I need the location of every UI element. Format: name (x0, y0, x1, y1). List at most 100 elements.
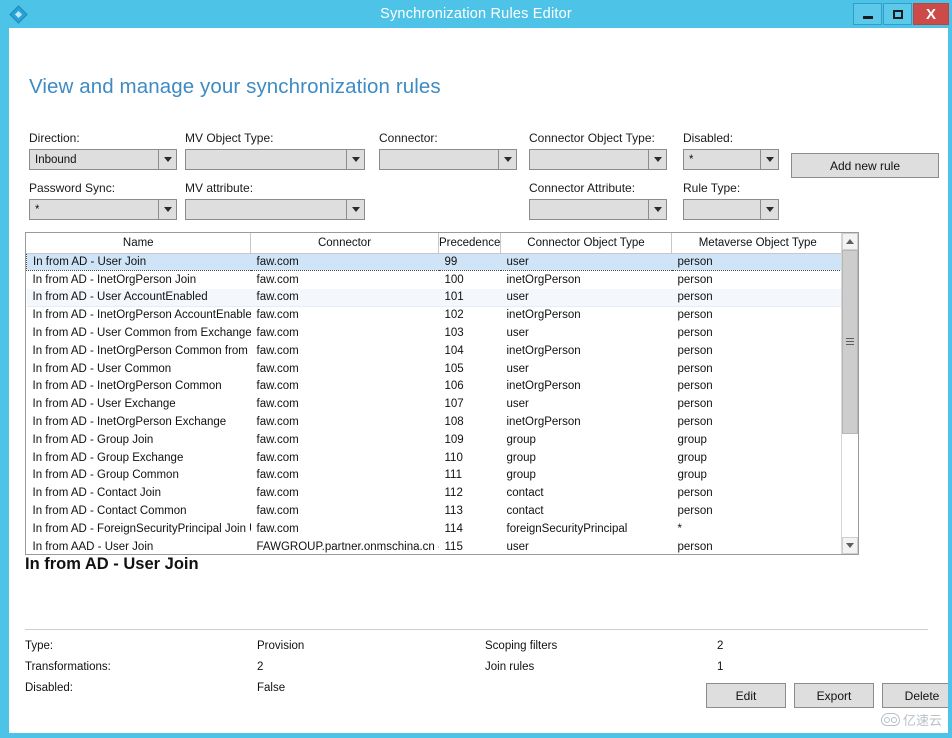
cell-name: In from AD - InetOrgPerson AccountEnable… (32, 309, 251, 322)
detail-key: Scoping filters (485, 640, 558, 652)
filter-password-sync-label: Password Sync: (29, 181, 116, 195)
table-row[interactable]: In from AD - ForeignSecurityPrincipal Jo… (27, 520, 842, 538)
cell-name: In from AD - Group Common (32, 469, 179, 482)
scrollbar-track[interactable] (842, 250, 858, 537)
table-row[interactable]: In from AD - Group Common faw.com 111 group… (27, 467, 842, 485)
cell-connector: faw.com (256, 505, 299, 518)
cell-connector-object-type: inetOrgPerson (506, 416, 581, 429)
column-header-metaverse-object-type[interactable]: Metaverse Object Type (671, 233, 841, 254)
cell-connector-object-type: group (506, 469, 536, 482)
cell-connector: faw.com (250, 288, 439, 307)
column-header-name[interactable]: Name (26, 233, 251, 254)
detail-key: Type: (25, 640, 54, 652)
cell-metaverse-object-type: person (677, 540, 713, 553)
rules-grid: Name Connector Precedence Connector Obje… (25, 232, 859, 555)
grid-rows: In from AD - User Join faw.com 99 user perso… (26, 252, 842, 554)
cell-metaverse-object-type: person (677, 416, 713, 429)
scrollbar-thumb[interactable] (842, 250, 858, 434)
filter-rule-type: Rule Type: (683, 181, 779, 220)
chevron-down-icon (498, 150, 516, 169)
detail-value: 2 (257, 661, 264, 673)
add-new-rule-button[interactable]: Add new rule (791, 153, 939, 178)
table-row[interactable]: In from AD - User Exchange faw.com 107 user… (27, 395, 842, 413)
rules-grid-body: Name Connector Precedence Connector Obje… (26, 233, 841, 554)
table-row[interactable]: In from AD - Contact Common faw.com 113 con… (27, 502, 842, 520)
filter-connector-attribute-select[interactable] (529, 199, 667, 220)
detail-row: Join rules 1 (485, 657, 723, 678)
filter-mv-object-type-select[interactable] (185, 149, 365, 170)
table-row[interactable]: In from AD - InetOrgPerson Join faw.com 10… (27, 271, 842, 289)
table-row[interactable]: In from AD - InetOrgPerson Common faw.com… (27, 378, 842, 396)
cell-name: In from AD - Group Join (32, 433, 154, 446)
table-row[interactable]: In from AD - InetOrgPerson AccountEnable… (27, 306, 842, 324)
cell-connector-object-type: foreignSecurityPrincipal (506, 522, 628, 535)
export-button[interactable]: Export (794, 683, 874, 708)
table-row[interactable]: In from AD - User Common faw.com 105 user pe… (27, 360, 842, 378)
table-row[interactable]: In from AD - Contact Join faw.com 112 conta… (27, 484, 842, 502)
cell-connector-object-type: inetOrgPerson (506, 380, 581, 393)
column-header-precedence[interactable]: Precedence (438, 233, 501, 254)
filter-connector-object-type-select[interactable] (529, 149, 667, 170)
chevron-down-icon (158, 150, 176, 169)
minimize-button[interactable] (853, 3, 882, 25)
cell-connector-object-type: contact (506, 505, 544, 518)
filter-connector-select[interactable] (379, 149, 517, 170)
table-row[interactable]: In from AD - Group Exchange faw.com 110 gro… (27, 449, 842, 467)
table-row[interactable]: In from AD - InetOrgPerson Common from E… (27, 342, 842, 360)
scrollbar-grip-icon (846, 336, 854, 347)
close-button[interactable]: X (913, 3, 949, 25)
cell-name: In from AD - InetOrgPerson Common from E… (32, 344, 251, 357)
table-row[interactable]: In from AD - InetOrgPerson Exchange faw.c… (27, 413, 842, 431)
filter-mv-attribute-select[interactable] (185, 199, 365, 220)
table-row[interactable]: In from AAD - User Join FAWGROUP.partner.… (27, 538, 842, 554)
column-header-connector[interactable]: Connector (250, 233, 439, 254)
cell-connector-object-type: user (506, 362, 529, 375)
cell-name: In from AD - InetOrgPerson Join (32, 273, 197, 286)
cell-precedence: 108 (444, 416, 464, 429)
title-bar: Synchronization Rules Editor X (0, 0, 952, 28)
cell-metaverse-object-type: person (671, 288, 841, 307)
filter-rule-type-select[interactable] (683, 199, 779, 220)
scroll-down-icon[interactable] (842, 537, 858, 554)
cell-connector-object-type: group (506, 433, 536, 446)
cell-connector: faw.com (256, 433, 299, 446)
cell-name: In from AD - User Exchange (32, 398, 176, 411)
grid-vertical-scrollbar[interactable] (841, 233, 858, 554)
cell-metaverse-object-type: group (677, 469, 707, 482)
filter-disabled: Disabled: * (683, 131, 779, 170)
cell-connector: faw.com (256, 344, 299, 357)
detail-row: Type: Provision (25, 636, 485, 657)
cell-connector-object-type: user (500, 288, 672, 307)
cell-metaverse-object-type: group (677, 451, 707, 464)
filter-direction: Direction: Inbound (29, 131, 177, 170)
chevron-down-icon (760, 200, 778, 219)
scroll-up-icon[interactable] (842, 233, 858, 250)
cell-precedence: 113 (444, 505, 463, 518)
cell-connector-object-type: contact (506, 487, 544, 500)
table-row[interactable]: In from AD - Group Join faw.com 109 group gr… (27, 431, 842, 449)
cell-metaverse-object-type: group (677, 433, 707, 446)
table-row[interactable]: In from AD - User AccountEnabled faw.com 1… (26, 288, 841, 307)
edit-button[interactable]: Edit (706, 683, 786, 708)
filter-disabled-select[interactable]: * (683, 149, 779, 170)
cell-name: In from AD - User AccountEnabled (26, 288, 251, 307)
cell-connector: faw.com (256, 380, 299, 393)
watermark-text: 亿速云 (902, 713, 942, 728)
detail-column-right: Scoping filters 2 Join rules 1 (485, 636, 723, 699)
chevron-down-icon (760, 150, 778, 169)
cell-connector: faw.com (256, 398, 299, 411)
cell-precedence: 106 (444, 380, 464, 393)
column-header-connector-object-type[interactable]: Connector Object Type (500, 233, 672, 254)
maximize-button[interactable] (883, 3, 912, 25)
filter-connector-object-type: Connector Object Type: (529, 131, 667, 170)
filter-connector-object-type-label: Connector Object Type: (529, 131, 655, 145)
cell-connector-object-type: inetOrgPerson (506, 344, 581, 357)
cell-precedence: 114 (444, 522, 463, 535)
chevron-down-icon (346, 150, 364, 169)
delete-button[interactable]: Delete (882, 683, 948, 708)
client-area: View and manage your synchronization rul… (9, 28, 948, 733)
table-row[interactable]: In from AD - User Common from Exchange fa… (27, 324, 842, 342)
filter-direction-select[interactable]: Inbound (29, 149, 177, 170)
table-row[interactable]: In from AD - User Join faw.com 99 user perso… (26, 252, 841, 272)
filter-password-sync-select[interactable]: * (29, 199, 177, 220)
